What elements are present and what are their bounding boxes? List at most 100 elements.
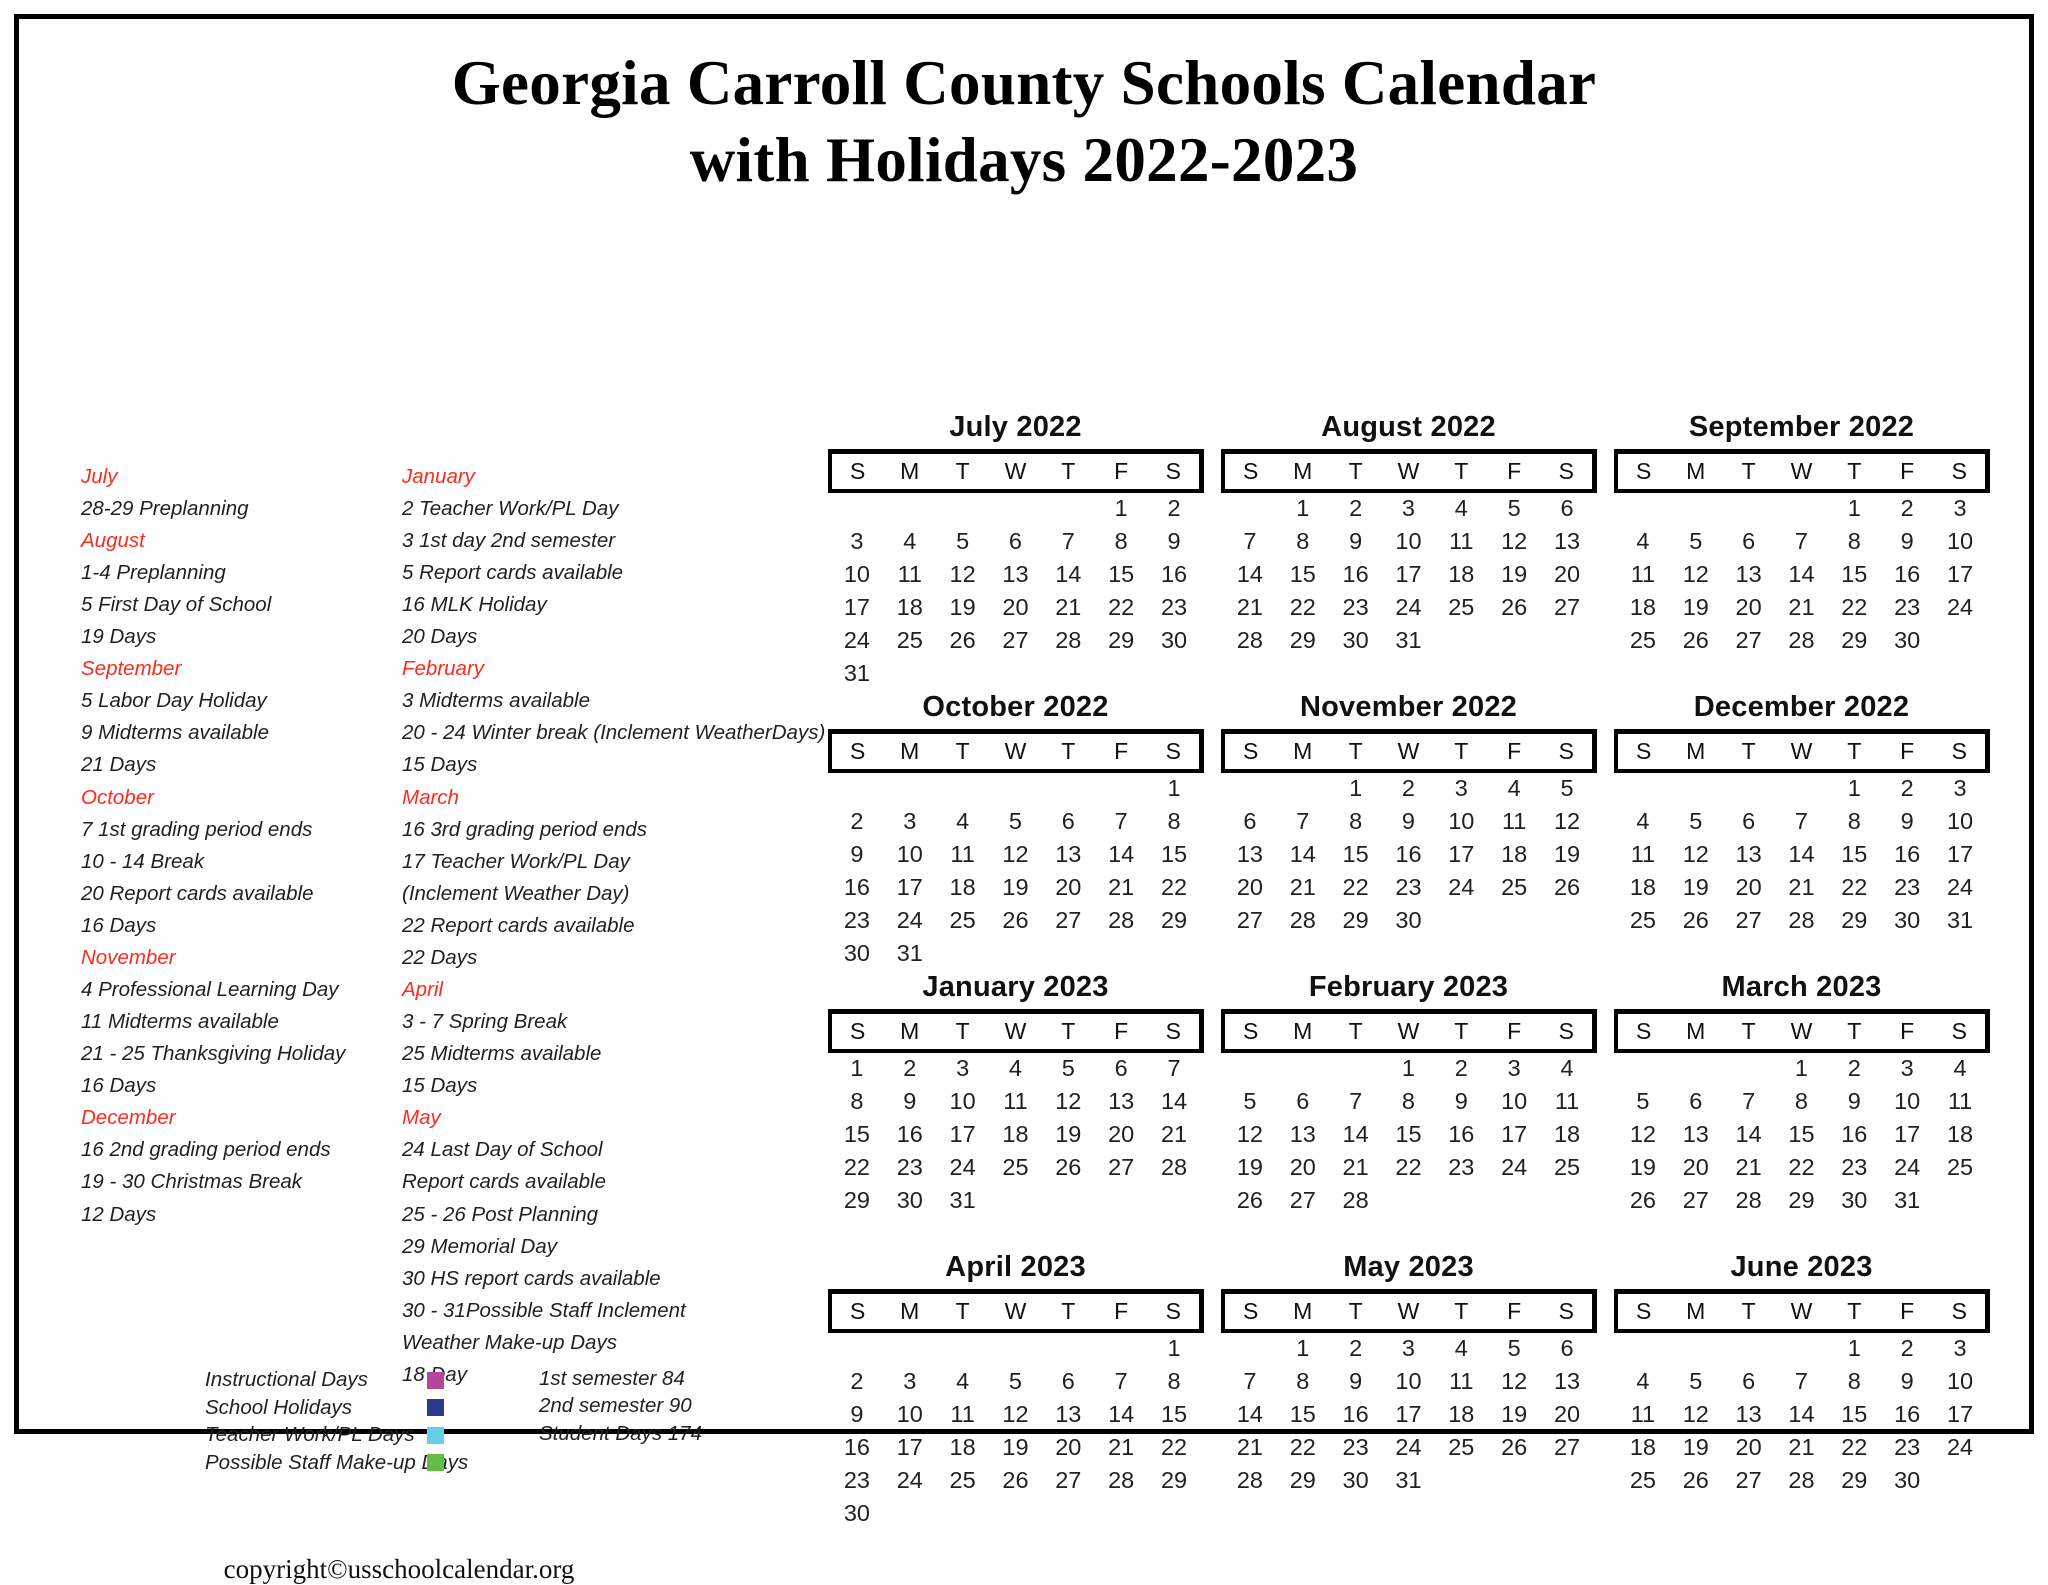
day-cell[interactable]: 16 — [831, 871, 884, 904]
day-cell[interactable]: 19 — [1669, 591, 1722, 624]
day-cell[interactable]: 24 — [1934, 591, 1987, 624]
day-cell[interactable]: 4 — [989, 1050, 1042, 1085]
day-cell[interactable]: 1 — [1148, 1330, 1201, 1365]
day-cell[interactable]: 5 — [1488, 1330, 1541, 1365]
day-cell[interactable]: 5 — [1224, 1085, 1277, 1118]
day-cell[interactable]: 5 — [1669, 1365, 1722, 1398]
day-cell[interactable]: 15 — [1148, 1398, 1201, 1431]
day-cell[interactable]: 21 — [1775, 871, 1828, 904]
day-cell[interactable]: 8 — [1382, 1085, 1435, 1118]
day-cell[interactable]: 24 — [1934, 871, 1987, 904]
day-cell[interactable]: 23 — [1435, 1151, 1488, 1184]
day-cell[interactable]: 3 — [1435, 770, 1488, 805]
day-cell[interactable]: 13 — [1042, 1398, 1095, 1431]
day-cell[interactable]: 30 — [1148, 624, 1201, 657]
day-cell[interactable]: 20 — [1276, 1151, 1329, 1184]
day-cell[interactable]: 11 — [1435, 525, 1488, 558]
day-cell[interactable]: 30 — [1881, 624, 1934, 657]
day-cell[interactable]: 3 — [1382, 1330, 1435, 1365]
day-cell[interactable]: 17 — [1382, 558, 1435, 591]
day-cell[interactable]: 1 — [831, 1050, 884, 1085]
day-cell[interactable]: 3 — [1488, 1050, 1541, 1085]
day-cell[interactable]: 12 — [1669, 558, 1722, 591]
day-cell[interactable]: 7 — [1224, 525, 1277, 558]
day-cell[interactable]: 17 — [1934, 558, 1987, 591]
day-cell[interactable]: 22 — [1276, 1431, 1329, 1464]
day-cell[interactable]: 28 — [1148, 1151, 1201, 1184]
day-cell[interactable]: 21 — [1722, 1151, 1775, 1184]
day-cell[interactable]: 13 — [1224, 838, 1277, 871]
day-cell[interactable]: 26 — [1669, 1464, 1722, 1497]
day-cell[interactable]: 1 — [1148, 770, 1201, 805]
day-cell[interactable]: 25 — [936, 1464, 989, 1497]
day-cell[interactable]: 23 — [1329, 1431, 1382, 1464]
day-cell[interactable]: 13 — [1722, 558, 1775, 591]
day-cell[interactable]: 28 — [1224, 624, 1277, 657]
day-cell[interactable]: 23 — [831, 904, 884, 937]
day-cell[interactable]: 27 — [1722, 904, 1775, 937]
day-cell[interactable]: 13 — [1669, 1118, 1722, 1151]
day-cell[interactable]: 27 — [1224, 904, 1277, 937]
day-cell[interactable]: 8 — [1148, 1365, 1201, 1398]
day-cell[interactable]: 27 — [1722, 624, 1775, 657]
day-cell[interactable]: 22 — [831, 1151, 884, 1184]
day-cell[interactable]: 6 — [1042, 1365, 1095, 1398]
day-cell[interactable]: 17 — [1488, 1118, 1541, 1151]
day-cell[interactable]: 18 — [1435, 1398, 1488, 1431]
day-cell[interactable]: 10 — [883, 1398, 936, 1431]
day-cell[interactable]: 16 — [831, 1431, 884, 1464]
day-cell[interactable]: 12 — [1617, 1118, 1670, 1151]
day-cell[interactable]: 28 — [1276, 904, 1329, 937]
day-cell[interactable]: 8 — [831, 1085, 884, 1118]
day-cell[interactable]: 11 — [1435, 1365, 1488, 1398]
day-cell[interactable]: 3 — [883, 1365, 936, 1398]
day-cell[interactable]: 9 — [1881, 525, 1934, 558]
day-cell[interactable]: 6 — [1722, 805, 1775, 838]
day-cell[interactable]: 14 — [1775, 558, 1828, 591]
day-cell[interactable]: 7 — [1775, 525, 1828, 558]
day-cell[interactable]: 18 — [1435, 558, 1488, 591]
day-cell[interactable]: 29 — [1148, 1464, 1201, 1497]
day-cell[interactable]: 26 — [1617, 1184, 1670, 1217]
day-cell[interactable]: 28 — [1224, 1464, 1277, 1497]
day-cell[interactable]: 1 — [1828, 490, 1881, 525]
day-cell[interactable]: 26 — [936, 624, 989, 657]
day-cell[interactable]: 15 — [1276, 1398, 1329, 1431]
day-cell[interactable]: 14 — [1095, 838, 1148, 871]
day-cell[interactable]: 18 — [1617, 1431, 1670, 1464]
day-cell[interactable]: 21 — [1224, 591, 1277, 624]
day-cell[interactable]: 16 — [1881, 558, 1934, 591]
day-cell[interactable]: 21 — [1148, 1118, 1201, 1151]
day-cell[interactable]: 9 — [1329, 525, 1382, 558]
day-cell[interactable]: 25 — [1617, 904, 1670, 937]
day-cell[interactable]: 23 — [883, 1151, 936, 1184]
day-cell[interactable]: 11 — [883, 558, 936, 591]
day-cell[interactable]: 17 — [831, 591, 884, 624]
day-cell[interactable]: 17 — [936, 1118, 989, 1151]
day-cell[interactable]: 16 — [1382, 838, 1435, 871]
day-cell[interactable]: 10 — [936, 1085, 989, 1118]
day-cell[interactable]: 26 — [1541, 871, 1594, 904]
day-cell[interactable]: 22 — [1828, 591, 1881, 624]
day-cell[interactable]: 22 — [1329, 871, 1382, 904]
day-cell[interactable]: 28 — [1095, 904, 1148, 937]
day-cell[interactable]: 23 — [1881, 871, 1934, 904]
day-cell[interactable]: 14 — [1775, 1398, 1828, 1431]
day-cell[interactable]: 7 — [1095, 1365, 1148, 1398]
day-cell[interactable]: 20 — [1669, 1151, 1722, 1184]
day-cell[interactable]: 5 — [1669, 525, 1722, 558]
day-cell[interactable]: 19 — [1669, 871, 1722, 904]
day-cell[interactable]: 25 — [989, 1151, 1042, 1184]
day-cell[interactable]: 18 — [936, 1431, 989, 1464]
day-cell[interactable]: 8 — [1828, 805, 1881, 838]
day-cell[interactable]: 19 — [1541, 838, 1594, 871]
day-cell[interactable]: 25 — [1435, 1431, 1488, 1464]
day-cell[interactable]: 30 — [831, 937, 884, 970]
day-cell[interactable]: 12 — [1224, 1118, 1277, 1151]
day-cell[interactable]: 11 — [936, 838, 989, 871]
day-cell[interactable]: 5 — [1617, 1085, 1670, 1118]
day-cell[interactable]: 27 — [1042, 1464, 1095, 1497]
day-cell[interactable]: 27 — [1276, 1184, 1329, 1217]
day-cell[interactable]: 8 — [1775, 1085, 1828, 1118]
day-cell[interactable]: 7 — [1722, 1085, 1775, 1118]
